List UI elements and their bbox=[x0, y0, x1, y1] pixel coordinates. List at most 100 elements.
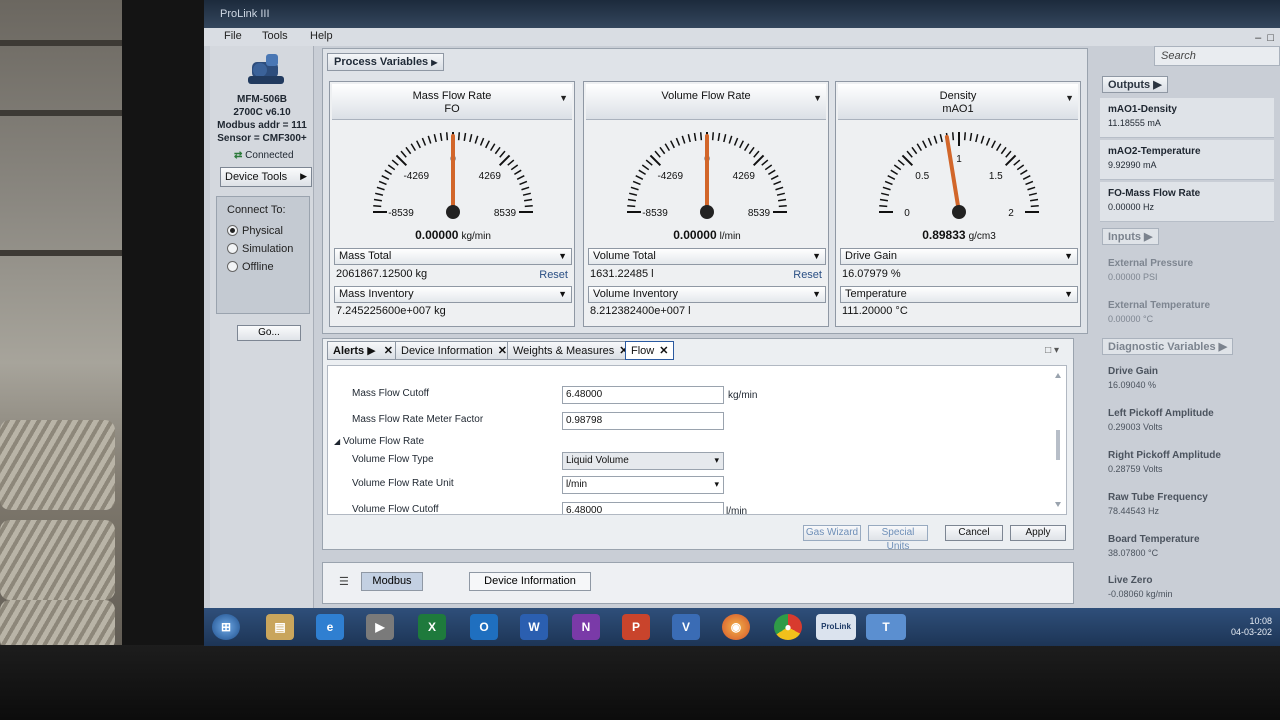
apply-button[interactable]: Apply bbox=[1010, 525, 1066, 541]
tab-flow[interactable]: Flow ✕ bbox=[625, 341, 675, 360]
menu-icon[interactable]: ☰ bbox=[339, 575, 349, 588]
special-units-button[interactable]: Special Units bbox=[868, 525, 928, 552]
radio-icon bbox=[227, 243, 238, 254]
start-icon[interactable]: ⊞ bbox=[212, 614, 240, 640]
gauge-tick bbox=[378, 180, 387, 186]
device-tools-button[interactable]: Device Tools ▶ bbox=[220, 167, 312, 187]
gauge-tick bbox=[681, 135, 686, 144]
arrow-right-icon: ▶ bbox=[431, 58, 438, 67]
gauge-header[interactable]: Volume Flow Rate ▼ bbox=[586, 84, 826, 120]
gas-wizard-button[interactable]: Gas Wizard bbox=[803, 525, 861, 541]
gauge-value: 0.00000 l/min bbox=[673, 228, 741, 242]
gauge-tick bbox=[638, 169, 647, 176]
gauge-tick bbox=[1004, 154, 1017, 167]
gauge-tick bbox=[927, 137, 933, 146]
gauge-tick bbox=[516, 175, 525, 180]
file-explorer-icon[interactable]: ▤ bbox=[266, 614, 294, 640]
go-button[interactable]: Go... bbox=[237, 325, 301, 341]
menu-help[interactable]: Help bbox=[310, 30, 333, 42]
gauge-tick bbox=[975, 134, 979, 143]
close-icon[interactable]: ✕ bbox=[498, 345, 507, 357]
modbus-chip[interactable]: Modbus bbox=[361, 572, 423, 591]
teams-icon[interactable]: T bbox=[866, 614, 906, 640]
gauge-tick-label: 1 bbox=[956, 154, 962, 165]
gauge-header[interactable]: Mass Flow Rate FO ▼ bbox=[332, 84, 572, 120]
taskbar: ⊞ ▤ e ▶ X O W N P V ◉ ● ProLink T 10:08 … bbox=[204, 608, 1280, 646]
word-icon[interactable]: W bbox=[520, 614, 548, 640]
volume-flow-rate-group[interactable]: ◢ Volume Flow Rate bbox=[334, 436, 424, 447]
gauge-mass-flow-rate: Mass Flow Rate FO ▼ -8539-4269042698539 … bbox=[329, 81, 575, 327]
tab-alerts[interactable]: Alerts ▶ ✕ bbox=[327, 341, 399, 360]
gauge-tick bbox=[1029, 198, 1039, 202]
gauge-tick bbox=[717, 132, 721, 142]
volume-flow-type-select[interactable]: Liquid Volume bbox=[562, 452, 724, 470]
diagnostic-item: Raw Tube Frequency 78.44543 Hz bbox=[1108, 492, 1208, 516]
diagnostic-variables-header[interactable]: Diagnostic Variables ▶ bbox=[1102, 338, 1234, 355]
mass-flow-cutoff-input[interactable]: 6.48000 bbox=[562, 386, 724, 404]
drive-gain-value: 16.07979 % bbox=[842, 268, 901, 280]
excel-icon[interactable]: X bbox=[418, 614, 446, 640]
search-input[interactable]: Search bbox=[1154, 46, 1280, 66]
gauge-tick bbox=[776, 192, 785, 196]
chrome-icon[interactable]: ● bbox=[774, 614, 802, 640]
meter-factor-input[interactable]: 0.98798 bbox=[562, 412, 724, 430]
volume-flow-unit-select[interactable]: l/min bbox=[562, 476, 724, 494]
temperature-value: 111.20000 °C bbox=[842, 305, 908, 317]
device-information-button[interactable]: Device Information bbox=[469, 572, 591, 591]
gauge-tick bbox=[887, 175, 896, 180]
gauge-tick bbox=[733, 137, 739, 146]
gauge-tick bbox=[635, 175, 644, 180]
gauge-tick bbox=[405, 146, 412, 155]
reset-mass-total-link[interactable]: Reset bbox=[539, 269, 568, 281]
outputs-header[interactable]: Outputs ▶ bbox=[1102, 76, 1168, 93]
gauge-tick bbox=[494, 146, 501, 155]
menu-tools[interactable]: Tools bbox=[262, 30, 288, 42]
gauge-tick bbox=[980, 135, 985, 144]
gauge-tick bbox=[630, 186, 639, 191]
tab-device-information[interactable]: Device Information ✕ bbox=[395, 341, 513, 360]
scrollbar[interactable] bbox=[1054, 370, 1062, 510]
gauge-tick bbox=[1027, 186, 1036, 191]
firefox-icon[interactable]: ◉ bbox=[722, 614, 750, 640]
gauge-hub bbox=[952, 205, 966, 219]
gauge-tick bbox=[507, 159, 515, 166]
radio-physical[interactable]: Physical bbox=[227, 225, 307, 237]
mass-inventory-select[interactable]: Mass Inventory ▼ bbox=[334, 286, 572, 303]
volume-total-select[interactable]: Volume Total ▼ bbox=[588, 248, 826, 265]
gauge-tick bbox=[778, 204, 787, 208]
mass-total-select[interactable]: Mass Total ▼ bbox=[334, 248, 572, 265]
temperature-select[interactable]: Temperature ▼ bbox=[840, 286, 1078, 303]
gauge-tick bbox=[995, 143, 1002, 152]
prolink-icon[interactable]: ProLink bbox=[816, 614, 856, 640]
onenote-icon[interactable]: N bbox=[572, 614, 600, 640]
menu-file[interactable]: File bbox=[224, 30, 242, 42]
radio-offline[interactable]: Offline bbox=[227, 261, 307, 273]
outlook-icon[interactable]: O bbox=[470, 614, 498, 640]
visio-icon[interactable]: V bbox=[672, 614, 700, 640]
title-bar: ProLink III bbox=[204, 0, 1280, 28]
window-controls[interactable]: – □ bbox=[1255, 32, 1274, 44]
gauge-tick bbox=[654, 150, 661, 158]
gauge-tick bbox=[748, 146, 755, 155]
volume-flow-cutoff-input[interactable]: 6.48000 bbox=[562, 502, 724, 514]
device-panel: MFM-506B 2700C v6.10 Modbus addr = 111 S… bbox=[210, 46, 314, 608]
tab-weights-measures[interactable]: Weights & Measures ✕ bbox=[507, 341, 635, 360]
close-icon[interactable]: ✕ bbox=[659, 345, 668, 357]
gauge-tick bbox=[901, 154, 914, 167]
diagnostic-item: Board Temperature 38.07800 °C bbox=[1108, 534, 1200, 558]
gauge-tick bbox=[376, 186, 385, 191]
drive-gain-select[interactable]: Drive Gain ▼ bbox=[840, 248, 1078, 265]
gauge-header[interactable]: Density mAO1 ▼ bbox=[838, 84, 1078, 120]
cancel-button[interactable]: Cancel bbox=[945, 525, 1003, 541]
powerpoint-icon[interactable]: P bbox=[622, 614, 650, 640]
inputs-header[interactable]: Inputs ▶ bbox=[1102, 228, 1159, 245]
close-icon[interactable]: ✕ bbox=[384, 345, 393, 357]
volume-inventory-select[interactable]: Volume Inventory ▼ bbox=[588, 286, 826, 303]
gauge-tick bbox=[632, 180, 641, 186]
ie-icon[interactable]: e bbox=[316, 614, 344, 640]
maximize-icon[interactable]: □ ▾ bbox=[1045, 345, 1059, 356]
radio-simulation[interactable]: Simulation bbox=[227, 243, 307, 255]
media-player-icon[interactable]: ▶ bbox=[366, 614, 394, 640]
reset-volume-total-link[interactable]: Reset bbox=[793, 269, 822, 281]
input-item: External Temperature 0.00000 °C bbox=[1108, 300, 1211, 324]
